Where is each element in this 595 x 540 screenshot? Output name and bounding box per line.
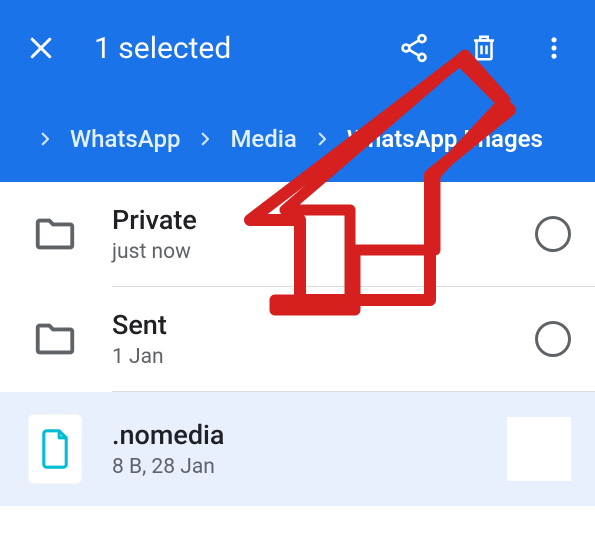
selection-radio[interactable] <box>535 216 571 252</box>
item-subtitle: 8 B, 28 Jan <box>112 455 507 479</box>
selection-radio[interactable] <box>535 321 571 357</box>
breadcrumb-item[interactable]: Media <box>230 125 296 153</box>
breadcrumb-item-current[interactable]: WhatsApp Images <box>347 125 543 153</box>
list-item-labels: Sent 1 Jan <box>112 309 535 369</box>
appbar-actions-row: 1 selected <box>0 0 595 96</box>
more-vert-icon <box>540 34 568 62</box>
chevron-right-icon <box>196 130 214 148</box>
delete-button[interactable] <box>459 23 509 73</box>
list-item-selected[interactable]: .nomedia 8 B, 28 Jan <box>0 392 595 506</box>
file-thumbnail <box>28 414 82 484</box>
share-button[interactable] <box>389 23 439 73</box>
file-list: Private just now Sent 1 Jan <box>0 182 595 506</box>
close-selection-button[interactable] <box>16 23 66 73</box>
list-item[interactable]: Private just now <box>0 182 595 286</box>
item-subtitle: 1 Jan <box>112 345 535 369</box>
item-subtitle: just now <box>112 240 535 264</box>
item-name: Sent <box>112 309 535 341</box>
selection-count-title: 1 selected <box>94 31 389 66</box>
list-item[interactable]: Sent 1 Jan <box>0 287 595 391</box>
list-item-labels: Private just now <box>112 204 535 264</box>
folder-outline-icon <box>28 316 82 362</box>
close-icon <box>26 33 56 63</box>
more-options-button[interactable] <box>529 23 579 73</box>
selection-indicator <box>507 417 571 481</box>
chevron-right-icon <box>36 130 54 148</box>
item-name: .nomedia <box>112 419 507 451</box>
screen: 1 selected <box>0 0 595 540</box>
selection-appbar: 1 selected <box>0 0 595 182</box>
file-outline-icon <box>38 428 72 470</box>
item-name: Private <box>112 204 535 236</box>
breadcrumb: WhatsApp Media WhatsApp Images <box>0 96 595 182</box>
chevron-right-icon <box>313 130 331 148</box>
trash-icon <box>469 33 499 63</box>
share-icon <box>398 32 430 64</box>
list-item-labels: .nomedia 8 B, 28 Jan <box>112 419 507 479</box>
folder-outline-icon <box>28 211 82 257</box>
breadcrumb-item[interactable]: WhatsApp <box>70 125 180 153</box>
